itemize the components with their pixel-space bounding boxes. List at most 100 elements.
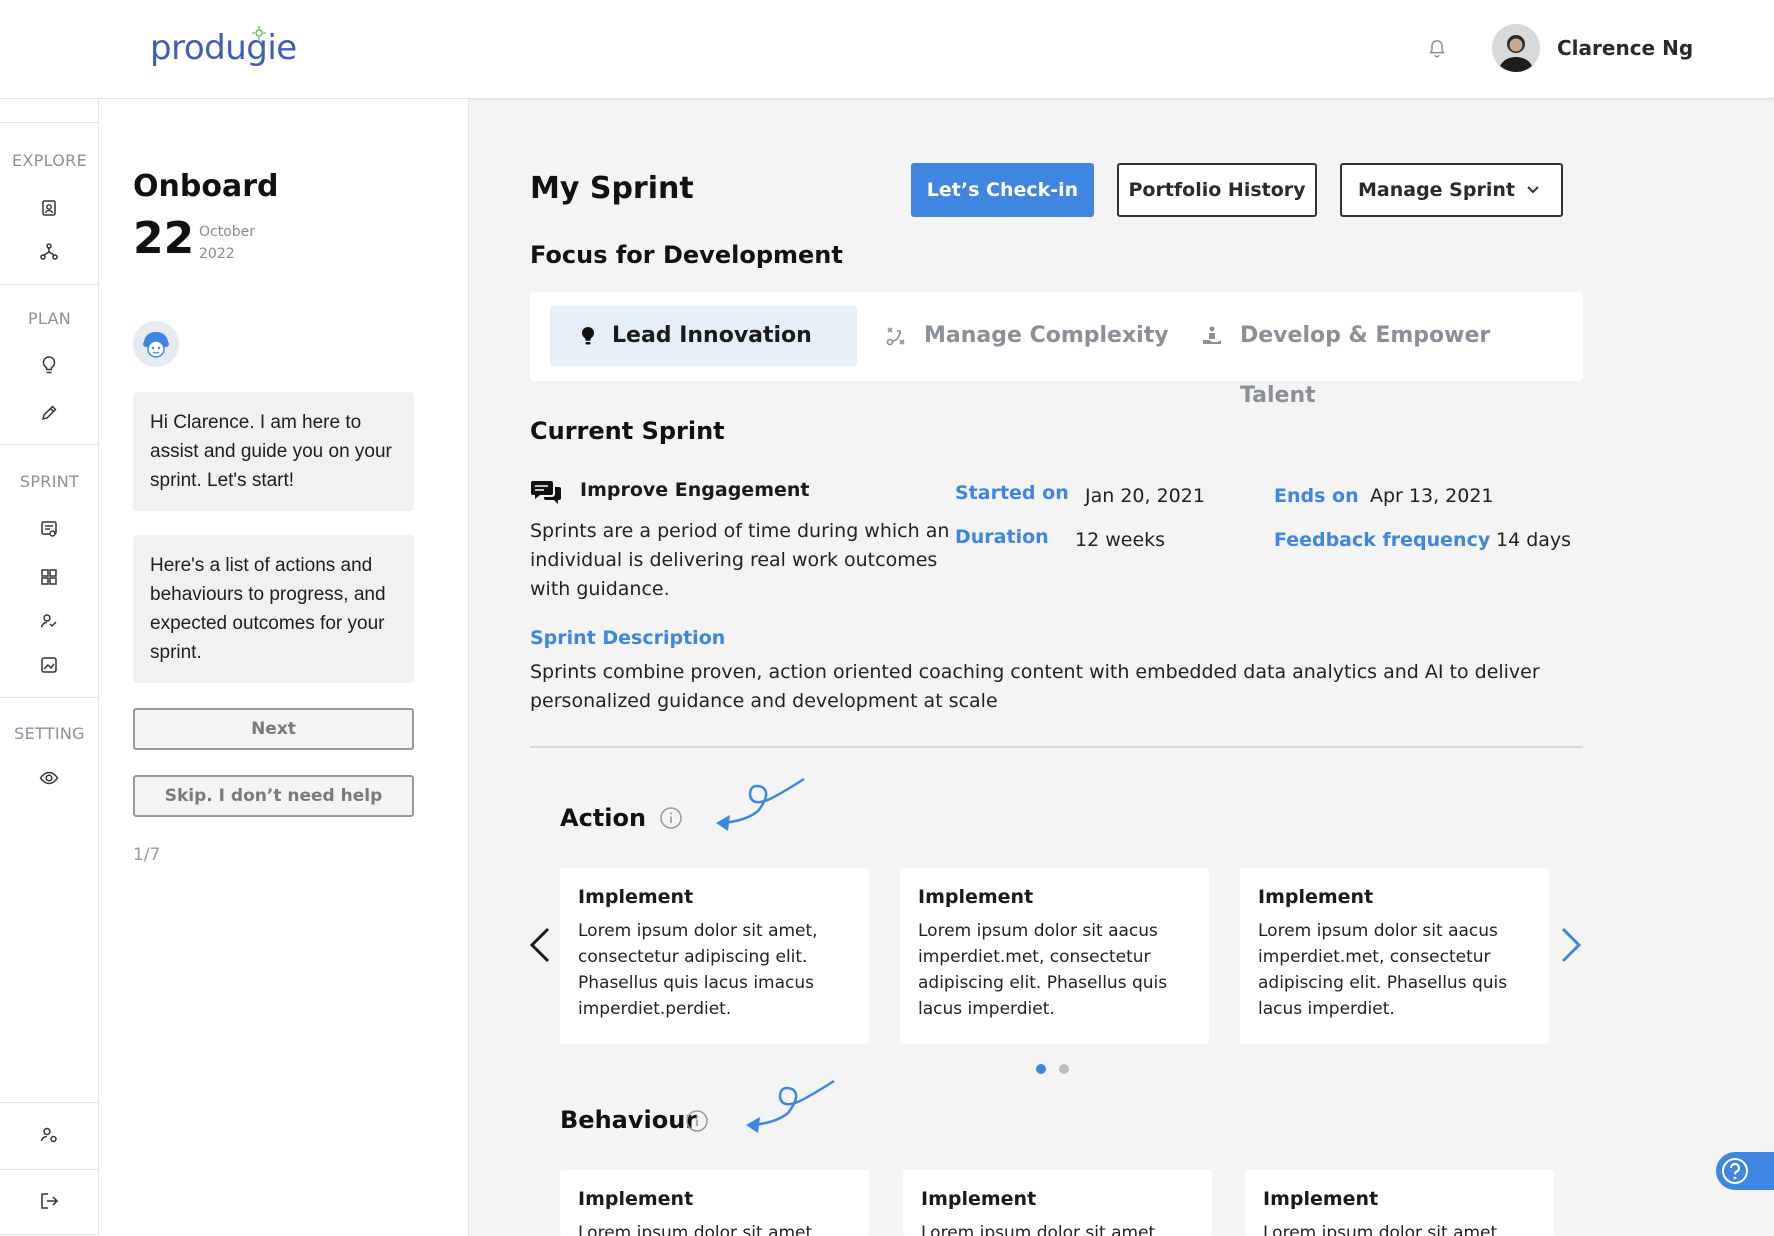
logout-icon[interactable]	[38, 1190, 60, 1212]
onboard-step-counter: 1/7	[133, 845, 161, 865]
lightbulb-icon[interactable]	[38, 354, 60, 376]
onboard-year: 2022	[199, 246, 235, 262]
pointer-arrow-icon	[716, 777, 805, 831]
sprint-board-icon[interactable]	[38, 518, 60, 540]
portfolio-history-button[interactable]: Portfolio History	[1117, 163, 1317, 217]
section-divider	[530, 746, 1583, 748]
card-title: Implement	[918, 886, 1034, 908]
eye-icon[interactable]	[38, 767, 60, 789]
current-sprint-heading: Current Sprint	[530, 417, 725, 445]
card-title: Implement	[921, 1188, 1037, 1210]
tab-lead-innovation[interactable]: Lead Innovation	[550, 306, 857, 366]
sprint-description-title: Sprint Description	[530, 627, 726, 649]
tab-develop-empower-talent[interactable]: Develop & Empower Talent	[1192, 306, 1572, 408]
carousel-dot[interactable]	[1059, 1064, 1069, 1074]
onboard-panel: Onboard 22 October 2022 Hi Clarence. I a…	[99, 99, 469, 1236]
focus-heading: Focus for Development	[530, 241, 843, 269]
org-tree-icon[interactable]	[38, 241, 60, 263]
duration-label: Duration	[955, 526, 1049, 548]
onboard-title: Onboard	[133, 169, 279, 204]
assistant-avatar	[133, 321, 179, 367]
assistant-message: Hi Clarence. I am here to assist and gui…	[133, 392, 414, 511]
profile-badge-icon[interactable]	[38, 197, 60, 219]
rail-section-setting: SETTING	[14, 724, 85, 743]
user-name[interactable]: Clarence Ng	[1557, 36, 1693, 60]
next-button[interactable]: Next	[133, 708, 414, 750]
help-button[interactable]	[1716, 1152, 1774, 1190]
tab-label: Lead Innovation	[612, 323, 812, 348]
action-heading: Action	[560, 804, 647, 832]
rail-divider	[0, 444, 99, 445]
check-in-button[interactable]: Let’s Check-in	[911, 163, 1094, 217]
started-on-value: Jan 20, 2021	[1085, 485, 1205, 507]
behaviour-card[interactable]: Implement Lorem ipsum dolor sit amet	[903, 1170, 1212, 1236]
info-icon[interactable]	[659, 806, 683, 830]
rail-divider	[0, 1102, 99, 1103]
action-card[interactable]: Implement Lorem ipsum dolor sit aacus im…	[900, 868, 1209, 1044]
feedback-frequency-value: 14 days	[1496, 529, 1572, 551]
lightbulb-icon	[581, 326, 595, 345]
ends-on-label: Ends on	[1274, 485, 1359, 507]
notification-bell-icon[interactable]	[1426, 38, 1448, 60]
card-title: Implement	[1258, 886, 1374, 908]
rail-section-explore: EXPLORE	[12, 151, 87, 170]
help-icon	[1722, 1158, 1748, 1184]
info-icon[interactable]	[685, 1109, 709, 1133]
manage-sprint-dropdown[interactable]: Manage Sprint	[1340, 163, 1563, 217]
rail-divider	[0, 122, 99, 123]
rail-section-plan: PLAN	[27, 309, 72, 328]
rail-section-sprint: SPRINT	[19, 472, 80, 491]
sprint-description-body: Sprints combine proven, action oriented …	[530, 661, 1540, 712]
sprint-summary: Sprints are a period of time during whic…	[530, 520, 950, 600]
person-check-icon[interactable]	[38, 610, 60, 632]
ends-on-value: Apr 13, 2021	[1370, 485, 1494, 507]
grid-icon[interactable]	[38, 566, 60, 588]
rail-divider	[0, 697, 99, 698]
rail-divider	[0, 284, 99, 285]
action-card[interactable]: Implement Lorem ipsum dolor sit aacus im…	[1240, 868, 1549, 1044]
card-body: Lorem ipsum dolor sit amet, consectetur …	[578, 921, 818, 1019]
top-header: produgie Clarence Ng	[0, 0, 1774, 99]
carousel-dot-active[interactable]	[1036, 1064, 1046, 1074]
carousel-prev-icon[interactable]	[526, 925, 556, 965]
rail-divider	[0, 1169, 99, 1170]
onboard-month: October	[199, 224, 256, 240]
assistant-bot-icon	[143, 332, 169, 358]
logo-sparkle-icon	[252, 26, 266, 40]
user-avatar[interactable]	[1492, 24, 1540, 72]
tab-label: Develop & Empower Talent	[1240, 323, 1491, 408]
chat-bubbles-icon	[531, 481, 561, 504]
skip-help-button[interactable]: Skip. I don’t need help	[133, 775, 414, 817]
card-body: Lorem ipsum dolor sit amet	[921, 1223, 1156, 1236]
onboard-month-year: October 2022	[199, 221, 255, 265]
onboard-day: 22	[133, 213, 195, 264]
user-settings-icon[interactable]	[38, 1124, 60, 1146]
focus-tabs: Lead Innovation Manage Complexity Develo…	[530, 292, 1583, 408]
left-nav-rail: EXPLORE PLAN SPRINT SETTING	[0, 99, 99, 1236]
pointer-arrow-icon	[746, 1079, 835, 1133]
behaviour-card[interactable]: Implement Lorem ipsum dolor sit amet	[560, 1170, 869, 1236]
rail-divider	[0, 1234, 99, 1235]
card-body: Lorem ipsum dolor sit amet	[1263, 1223, 1498, 1236]
assistant-message: Here's a list of actions and behaviours …	[133, 535, 414, 683]
card-title: Implement	[578, 1188, 694, 1210]
behaviour-card[interactable]: Implement Lorem ipsum dolor sit amet	[1245, 1170, 1554, 1236]
behaviour-heading: Behaviour	[560, 1106, 698, 1134]
card-title: Implement	[578, 886, 694, 908]
hand-person-icon	[1203, 326, 1221, 344]
tab-manage-complexity[interactable]: Manage Complexity	[880, 306, 1170, 366]
image-chart-icon[interactable]	[38, 654, 60, 676]
main-content: My Sprint Let’s Check-in Portfolio Histo…	[470, 99, 1774, 1236]
started-on-label: Started on	[955, 482, 1069, 504]
card-title: Implement	[1263, 1188, 1379, 1210]
pencil-icon[interactable]	[38, 402, 60, 424]
card-body: Lorem ipsum dolor sit aacus imperdiet.me…	[918, 921, 1168, 1019]
action-card[interactable]: Implement Lorem ipsum dolor sit amet, co…	[560, 868, 869, 1044]
duration-value: 12 weeks	[1075, 529, 1166, 551]
card-body: Lorem ipsum dolor sit amet	[578, 1223, 813, 1236]
app-logo[interactable]: produgie	[150, 28, 297, 68]
strategy-icon	[886, 327, 905, 346]
feedback-frequency-label: Feedback frequency	[1274, 529, 1491, 551]
sprint-name: Improve Engagement	[580, 479, 810, 501]
carousel-next-icon[interactable]	[1555, 925, 1585, 965]
